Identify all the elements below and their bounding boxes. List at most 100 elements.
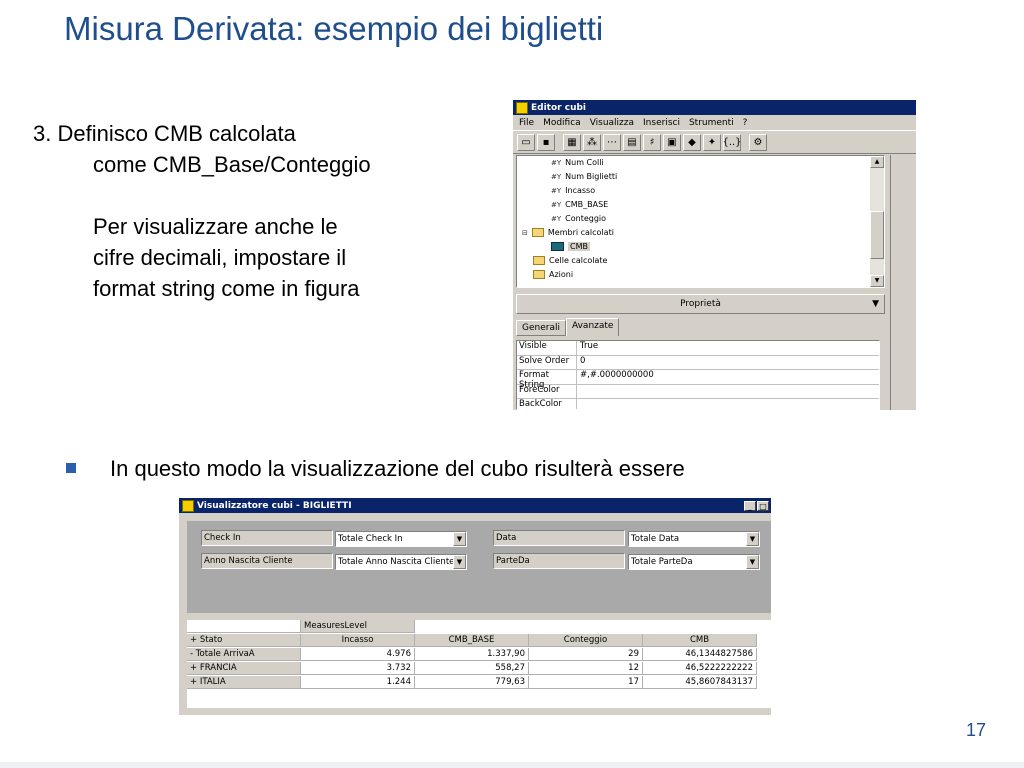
app-icon [516, 101, 528, 114]
folder-icon [533, 256, 545, 265]
cube-icon[interactable]: ▤ [623, 133, 641, 151]
scroll-thumb[interactable] [870, 211, 884, 259]
collapse-icon[interactable]: ⊟ [522, 229, 528, 237]
properties-toggle[interactable]: Proprietà ▼ [516, 294, 885, 314]
save-icon[interactable]: ▪ [537, 133, 555, 151]
scroll-down-icon[interactable]: ▼ [870, 275, 884, 287]
menu-file[interactable]: File [519, 118, 534, 128]
table-cell: 1.244 [301, 676, 415, 689]
calc-member-icon[interactable]: ▣ [663, 133, 681, 151]
chevron-down-icon: ▼ [872, 299, 879, 309]
measure-icon: #Y [551, 172, 562, 181]
named-set-icon[interactable]: {..} [722, 133, 742, 151]
calculated-member-icon [551, 242, 564, 251]
minimize-icon[interactable]: _ [744, 500, 756, 511]
prop-row[interactable]: BackColor [517, 399, 879, 409]
row-label-italia[interactable]: + ITALIA [187, 676, 301, 689]
slide-number: 17 [965, 720, 986, 740]
menu-modifica[interactable]: Modifica [543, 118, 581, 128]
cube-grid: MeasuresLevel + Stato Incasso CMB_BASE C… [187, 620, 771, 708]
slide-title: Misura Derivata: esempio dei biglietti [64, 10, 604, 47]
tree-item-conteggio[interactable]: #Y Conteggio [551, 212, 606, 225]
tree-item-membri-calcolati[interactable]: ⊟ Membri calcolati [522, 226, 614, 239]
prop-row[interactable]: Solve Order 0 [517, 355, 879, 370]
dimension-icon[interactable]: ⁂ [583, 133, 601, 151]
step-line-2: come CMB_Base/Conteggio [93, 152, 371, 177]
process-icon[interactable]: ⚙ [749, 133, 767, 151]
table-cell: 17 [529, 676, 643, 689]
viewer-titlebar: Visualizzatore cubi - BIGLIETTI _ □ [179, 498, 771, 513]
tree-item-num-biglietti[interactable]: #Y Num Biglietti [551, 170, 617, 183]
tree-item-cmb[interactable]: CMB [551, 240, 590, 253]
filter-area: Check In Totale Check In ▼ Anno Nascita C… [187, 521, 771, 613]
measure-icon: #Y [551, 186, 562, 195]
measure-icon: #Y [551, 214, 562, 223]
tab-avanzate[interactable]: Avanzate [565, 318, 620, 336]
table-cell: 46,5222222222 [643, 662, 757, 675]
bullet-square-icon [66, 463, 76, 473]
action-icon[interactable]: ✦ [703, 133, 721, 151]
properties-tabs: Generali Avanzate [516, 318, 620, 336]
row-label-francia[interactable]: + FRANCIA [187, 662, 301, 675]
prop-row[interactable]: ForeColor [517, 384, 879, 399]
tree-item-azioni[interactable]: Azioni [533, 268, 573, 281]
dropdown-arrow-icon[interactable]: ▼ [453, 555, 466, 569]
anno-nascita-label: Anno Nascita Cliente [201, 553, 333, 569]
table-cell: 779,63 [415, 676, 529, 689]
tree-scrollbar[interactable]: ▲ ▼ [870, 156, 884, 287]
menu-visualizza[interactable]: Visualizza [590, 118, 634, 128]
col-header-incasso[interactable]: Incasso [301, 634, 415, 647]
editor-window: Editor cubi File Modifica Visualizza Ins… [513, 100, 916, 410]
step-description: 3. Definisco CMB calcolata come CMB_Base… [33, 118, 473, 304]
new-icon[interactable]: ▭ [517, 133, 535, 151]
measure-icon[interactable]: ♯ [643, 133, 661, 151]
row-header-stato[interactable]: + Stato [187, 634, 301, 647]
bullet-text: In questo modo la visualizzazione del cu… [110, 456, 685, 481]
dropdown-arrow-icon[interactable]: ▼ [453, 532, 466, 546]
tree-item-incasso[interactable]: #Y Incasso [551, 184, 595, 197]
col-header-cmb[interactable]: CMB [643, 634, 757, 647]
anno-nascita-select[interactable]: Totale Anno Nascita Cliente ▼ [335, 554, 467, 570]
table-icon[interactable]: ▦ [563, 133, 581, 151]
table-cell: 4.976 [301, 648, 415, 661]
prop-row[interactable]: Visible True [517, 341, 879, 356]
tree-item-cmb-base[interactable]: #Y CMB_BASE [551, 198, 608, 211]
maximize-icon[interactable]: □ [757, 500, 769, 511]
tree-item-num-colli[interactable]: #Y Num Colli [551, 156, 604, 169]
measure-icon: #Y [551, 158, 562, 167]
table-cell: 46,1344827586 [643, 648, 757, 661]
dropdown-arrow-icon[interactable]: ▼ [746, 555, 759, 569]
col-header-conteggio[interactable]: Conteggio [529, 634, 643, 647]
row-label-totale[interactable]: - Totale ArrivaA [187, 648, 301, 661]
measure-icon: #Y [551, 200, 562, 209]
tree-item-celle-calcolate[interactable]: Celle calcolate [533, 254, 607, 267]
menu-inserisci[interactable]: Inserisci [643, 118, 680, 128]
viewer-window: Visualizzatore cubi - BIGLIETTI _ □ Chec… [179, 498, 771, 715]
measures-level-header[interactable]: MeasuresLevel [301, 620, 415, 633]
editor-titlebar: Editor cubi [513, 100, 916, 115]
table-cell: 3.732 [301, 662, 415, 675]
editor-title: Editor cubi [531, 102, 587, 113]
scroll-up-icon[interactable]: ▲ [870, 156, 884, 168]
table-cell: 45,8607843137 [643, 676, 757, 689]
data-label: Data [493, 530, 625, 546]
grid-corner [187, 620, 301, 633]
calc-cell-icon[interactable]: ◆ [683, 133, 701, 151]
col-header-cmb-base[interactable]: CMB_BASE [415, 634, 529, 647]
menu-help[interactable]: ? [743, 118, 748, 128]
cube-tree: #Y Num Colli #Y Num Biglietti #Y Incasso #Y… [516, 155, 885, 288]
folder-open-icon [531, 228, 544, 237]
tab-generali[interactable]: Generali [516, 320, 566, 336]
data-select[interactable]: Totale Data ▼ [628, 531, 760, 547]
parteda-label: ParteDa [493, 553, 625, 569]
dropdown-arrow-icon[interactable]: ▼ [746, 532, 759, 546]
viewer-title: Visualizzatore cubi - BIGLIETTI [197, 500, 352, 511]
prop-row[interactable]: Format String #,#.0000000000 [517, 370, 879, 390]
note-line-3: format string come in figura [93, 276, 360, 301]
check-in-label: Check In [201, 530, 333, 546]
parteda-select[interactable]: Totale ParteDa ▼ [628, 554, 760, 570]
menu-strumenti[interactable]: Strumenti [689, 118, 734, 128]
editor-right-pane [890, 155, 916, 410]
level-icon[interactable]: ⋯ [603, 133, 621, 151]
check-in-select[interactable]: Totale Check In ▼ [335, 531, 467, 547]
